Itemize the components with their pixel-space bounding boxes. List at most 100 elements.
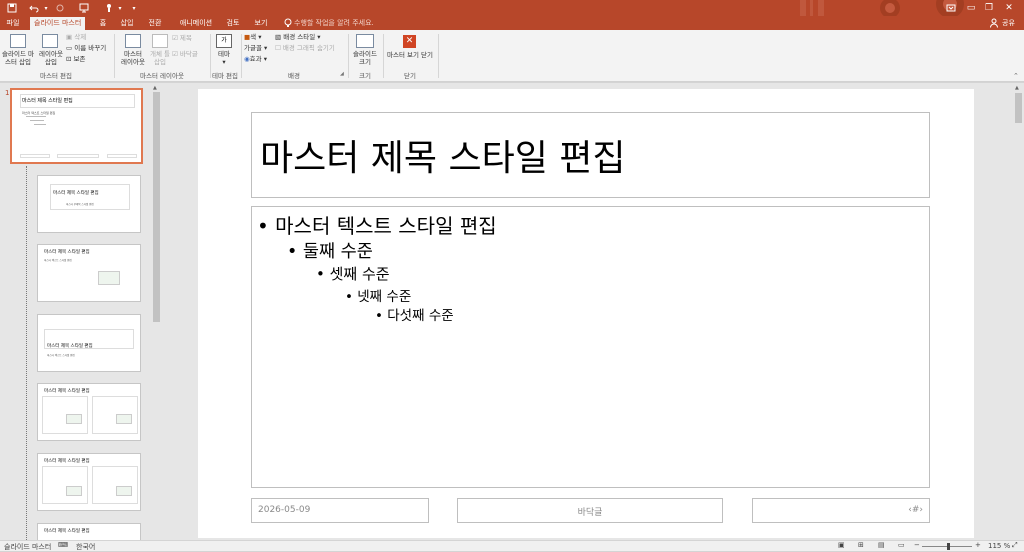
- scroll-up-icon[interactable]: ▲: [153, 85, 157, 91]
- touch-dropdown-icon[interactable]: ▾: [114, 2, 126, 14]
- close-window-button[interactable]: ✕: [1003, 2, 1015, 14]
- master-thumbnail[interactable]: 마스터 제목 스타일 편집 마스터 텍스트 스타일 편집: [10, 88, 143, 164]
- background-dialog-launcher-icon[interactable]: ◢: [340, 71, 344, 77]
- layout-thumbnail-title[interactable]: 마스터 제목 스타일 편집 마스터 부제목 스타일 편집: [37, 175, 141, 233]
- background-group-label: 배경: [288, 72, 300, 80]
- separator: [114, 34, 115, 78]
- slide-size-button[interactable]: 슬라이드 크기: [350, 50, 380, 66]
- zoom-out-icon[interactable]: −: [914, 541, 920, 549]
- effects-button[interactable]: ◉효과 ▾: [244, 55, 267, 63]
- fit-to-window-icon[interactable]: ⤢: [1012, 541, 1018, 550]
- slide-number-text: ‹#›: [908, 505, 923, 515]
- separator: [438, 34, 439, 78]
- thumb-title: 마스터 제목 스타일 편집: [44, 250, 90, 255]
- redo-icon[interactable]: [54, 2, 66, 14]
- slide-canvas[interactable]: 마스터 제목 스타일 편집 • 마스터 텍스트 스타일 편집 • 둘째 수준 •…: [198, 89, 974, 538]
- normal-view-icon[interactable]: ▣: [838, 541, 845, 549]
- zoom-slider[interactable]: [922, 543, 972, 550]
- body-level-3: • 셋째 수준: [316, 265, 390, 283]
- tab-insert[interactable]: 삽입: [118, 17, 136, 30]
- ribbon-display-icon[interactable]: [945, 2, 957, 14]
- checkbox-icon: ☐: [275, 44, 283, 52]
- tab-home[interactable]: 홈: [96, 17, 110, 30]
- hide-background-graphics-checkbox[interactable]: ☐ 배경 그래픽 숨기기: [275, 44, 335, 52]
- share-button[interactable]: 공유: [1002, 17, 1015, 30]
- slideshow-start-icon[interactable]: [78, 2, 90, 14]
- slide-number: 1: [5, 89, 10, 97]
- insert-layout-icon: [42, 34, 58, 48]
- insert-placeholder-button[interactable]: 개체 틀 삽입: [146, 50, 174, 66]
- background-styles-icon: ▧: [275, 33, 284, 41]
- footer-text: 바닥글: [577, 508, 603, 518]
- themes-icon: 가: [216, 34, 232, 48]
- tab-view[interactable]: 보기: [252, 17, 270, 30]
- content-icons: [116, 414, 132, 424]
- zoom-slider-knob[interactable]: [947, 543, 950, 550]
- body-level-1: • 마스터 텍스트 스타일 편집: [257, 214, 497, 238]
- themes-button[interactable]: 테마 ▾: [212, 50, 236, 66]
- layout-thumbnail-comparison[interactable]: 마스터 제목 스타일 편집: [37, 453, 141, 511]
- collapse-ribbon-icon[interactable]: ⌃: [1013, 72, 1019, 80]
- preserve-button[interactable]: ⊡ 보존: [66, 55, 85, 63]
- thumb-footer-box: [57, 154, 99, 158]
- tab-file[interactable]: 파일: [4, 17, 22, 30]
- slide-title: 마스터 제목 스타일 편집: [260, 138, 626, 179]
- undo-icon[interactable]: [28, 2, 40, 14]
- slide-scrollbar[interactable]: ▲: [1013, 83, 1024, 540]
- thumb-title: 마스터 제목 스타일 편집: [44, 529, 90, 534]
- tab-animations[interactable]: 애니메이션: [176, 17, 216, 30]
- thumb-title-box: [50, 184, 130, 210]
- master-layout-button[interactable]: 마스터 레이아웃: [118, 50, 148, 66]
- background-styles-button[interactable]: ▧ 배경 스타일 ▾: [275, 33, 321, 41]
- tab-slide-master[interactable]: 슬라이드 마스터: [30, 17, 86, 30]
- tab-review[interactable]: 검토: [224, 17, 242, 30]
- insert-layout-button[interactable]: 레이아웃 삽입: [36, 50, 66, 66]
- tab-transitions[interactable]: 전환: [146, 17, 164, 30]
- thumb-content-right: [92, 466, 138, 504]
- customize-qat-icon[interactable]: ▾: [128, 2, 140, 14]
- title-checkbox[interactable]: ☑ 제목: [172, 34, 192, 42]
- checkbox-checked-icon: ☑: [172, 50, 180, 58]
- restore-button[interactable]: ❐: [983, 2, 995, 14]
- thumb-title: 마스터 제목 스타일 편집: [22, 98, 73, 104]
- body-placeholder[interactable]: • 마스터 텍스트 스타일 편집 • 둘째 수준 • 셋째 수준 • 넷째 수준…: [251, 206, 930, 488]
- checkbox-checked-icon: ☑: [172, 34, 180, 42]
- tell-me-box[interactable]: 수행할 작업을 알려 주세요.: [294, 17, 374, 30]
- insert-slide-master-button[interactable]: 슬라이드 마 스터 삽입: [0, 50, 36, 66]
- thumb-bullet-line: [26, 116, 46, 117]
- date-placeholder[interactable]: 2026-05-09: [251, 498, 429, 523]
- colors-button[interactable]: ■색 ▾: [244, 33, 261, 41]
- footer-placeholder[interactable]: 바닥글: [457, 498, 723, 523]
- separator: [348, 34, 349, 78]
- thumb-body: 마스터 텍스트 스타일 편집: [44, 259, 72, 262]
- slide-sorter-icon[interactable]: ⊞: [858, 541, 864, 549]
- layout-thumbnail-section[interactable]: 마스터 제목 스타일 편집 마스터 텍스트 스타일 편집: [37, 314, 141, 372]
- separator: [241, 34, 242, 78]
- reading-view-icon[interactable]: ▤: [878, 541, 885, 549]
- title-placeholder[interactable]: 마스터 제목 스타일 편집: [251, 112, 930, 198]
- slide-number-placeholder[interactable]: ‹#›: [752, 498, 930, 523]
- content-icons: [66, 414, 82, 424]
- save-icon[interactable]: [6, 2, 18, 14]
- fonts-button[interactable]: 가글꼴 ▾: [244, 44, 267, 52]
- rename-button[interactable]: ▭ 이름 바꾸기: [66, 44, 106, 52]
- scroll-thumb[interactable]: [1015, 93, 1022, 123]
- title-decoration: [800, 0, 964, 16]
- delete-button[interactable]: ▣ 삭제: [66, 33, 86, 41]
- preserve-icon: ⊡: [66, 55, 74, 63]
- scroll-up-icon[interactable]: ▲: [1015, 85, 1019, 91]
- person-icon: [990, 18, 1000, 28]
- undo-dropdown-icon[interactable]: ▾: [40, 2, 52, 14]
- zoom-level[interactable]: 115 %: [988, 542, 1010, 550]
- language-icon: ⌨: [58, 541, 69, 549]
- close-master-view-button[interactable]: 마스터 보기 닫기: [384, 51, 436, 59]
- scroll-thumb[interactable]: [153, 92, 160, 322]
- layout-thumbnail-content[interactable]: 마스터 제목 스타일 편집 마스터 텍스트 스타일 편집: [37, 244, 141, 302]
- zoom-in-icon[interactable]: +: [975, 541, 981, 549]
- body-level-2: • 둘째 수준: [287, 242, 373, 262]
- slideshow-icon[interactable]: ▭: [898, 541, 905, 549]
- layout-thumbnail-two-content[interactable]: 마스터 제목 스타일 편집: [37, 383, 141, 441]
- thumbnail-scrollbar[interactable]: ▲: [152, 83, 161, 540]
- minimize-button[interactable]: ▭: [965, 2, 977, 14]
- footer-checkbox[interactable]: ☑ 바닥글: [172, 50, 198, 58]
